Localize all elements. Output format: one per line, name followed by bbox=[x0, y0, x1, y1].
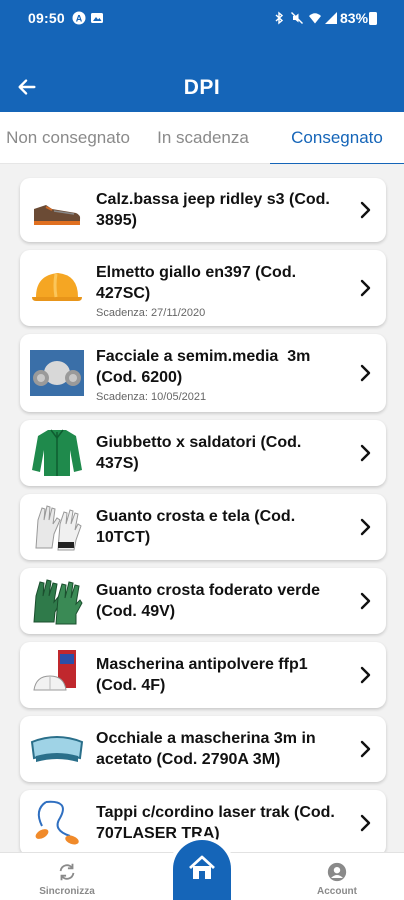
tab-non-consegnato[interactable]: Non consegnato bbox=[0, 112, 136, 164]
chevron-right-icon bbox=[360, 518, 371, 536]
chevron-right-icon bbox=[360, 666, 371, 684]
dust-mask-icon bbox=[30, 648, 84, 702]
list-item[interactable]: Guanto crosta e tela (Cod. 10TCT) bbox=[20, 494, 386, 560]
item-name: Guanto crosta e tela (Cod. 10TCT) bbox=[96, 508, 300, 546]
item-name: Occhiale a mascherina 3m in acetato (Cod… bbox=[96, 730, 321, 768]
item-name: Mascherina antipolvere ffp1 (Cod. 4F) bbox=[96, 656, 313, 694]
item-name: Tappi c/cordino laser trak (Cod. 707LASE… bbox=[96, 804, 340, 842]
status-bar: 09:50 A 83% bbox=[0, 0, 404, 36]
home-button[interactable] bbox=[169, 836, 235, 900]
tab-in-scadenza[interactable]: In scadenza bbox=[150, 112, 256, 164]
corded-earplugs-icon bbox=[30, 796, 84, 850]
tab-consegnato[interactable]: Consegnato bbox=[270, 112, 404, 165]
sync-icon bbox=[59, 863, 75, 881]
work-gloves-icon bbox=[30, 500, 84, 554]
account-button[interactable]: Account bbox=[292, 853, 382, 900]
item-name: Elmetto giallo en397 (Cod. 427SC) bbox=[96, 264, 301, 302]
item-name: Facciale a semim.media 3m (Cod. 6200) bbox=[96, 348, 315, 386]
list-item[interactable]: Facciale a semim.media 3m (Cod. 6200) Sc… bbox=[20, 334, 386, 412]
sync-button[interactable]: Sincronizza bbox=[22, 853, 112, 900]
account-label: Account bbox=[317, 886, 357, 897]
item-expiry: Scadenza: 10/05/2021 bbox=[96, 391, 207, 403]
list-item[interactable]: Occhiale a mascherina 3m in acetato (Cod… bbox=[20, 716, 386, 782]
signal-icon bbox=[324, 11, 338, 25]
chevron-right-icon bbox=[360, 279, 371, 297]
dpi-list: Calz.bassa jeep ridley s3 (Cod. 3895) El… bbox=[0, 164, 404, 852]
item-name: Giubbetto x saldatori (Cod. 437S) bbox=[96, 434, 306, 472]
safety-goggles-icon bbox=[30, 722, 84, 776]
home-icon bbox=[189, 855, 215, 879]
list-item[interactable]: Guanto crosta foderato verde (Cod. 49V) bbox=[20, 568, 386, 634]
chevron-right-icon bbox=[360, 592, 371, 610]
sync-label: Sincronizza bbox=[39, 886, 95, 897]
tab-bar: Non consegnato In scadenza Consegnato bbox=[0, 112, 404, 165]
chevron-right-icon bbox=[360, 740, 371, 758]
chevron-right-icon bbox=[360, 364, 371, 382]
green-jacket-icon bbox=[30, 426, 84, 480]
battery-percent: 83% bbox=[340, 10, 369, 26]
gallery-icon bbox=[90, 11, 104, 25]
half-mask-respirator-icon bbox=[30, 346, 84, 400]
list-item[interactable]: Elmetto giallo en397 (Cod. 427SC) Scaden… bbox=[20, 250, 386, 326]
green-gloves-icon bbox=[30, 574, 84, 628]
list-item[interactable]: Giubbetto x saldatori (Cod. 437S) bbox=[20, 420, 386, 486]
notification-a-icon: A bbox=[72, 11, 86, 25]
item-expiry: Scadenza: 27/11/2020 bbox=[96, 307, 206, 319]
account-icon bbox=[327, 862, 347, 882]
chevron-right-icon bbox=[360, 201, 371, 219]
yellow-helmet-icon bbox=[30, 261, 84, 315]
svg-text:A: A bbox=[76, 14, 83, 24]
status-time: 09:50 bbox=[28, 10, 65, 26]
chevron-right-icon bbox=[360, 814, 371, 832]
page-title: DPI bbox=[183, 76, 221, 99]
item-name: Calz.bassa jeep ridley s3 (Cod. 3895) bbox=[96, 191, 335, 229]
list-item[interactable]: Mascherina antipolvere ffp1 (Cod. 4F) bbox=[20, 642, 386, 708]
list-item[interactable]: Calz.bassa jeep ridley s3 (Cod. 3895) bbox=[20, 178, 386, 242]
mute-icon bbox=[290, 11, 304, 25]
safety-shoe-icon bbox=[30, 183, 84, 237]
app-header: 09:50 A 83% DPI bbox=[0, 0, 404, 112]
bluetooth-icon bbox=[272, 11, 286, 25]
battery-icon bbox=[369, 12, 377, 25]
wifi-icon bbox=[308, 11, 322, 25]
item-name: Guanto crosta foderato verde (Cod. 49V) bbox=[96, 582, 325, 620]
chevron-right-icon bbox=[360, 444, 371, 462]
